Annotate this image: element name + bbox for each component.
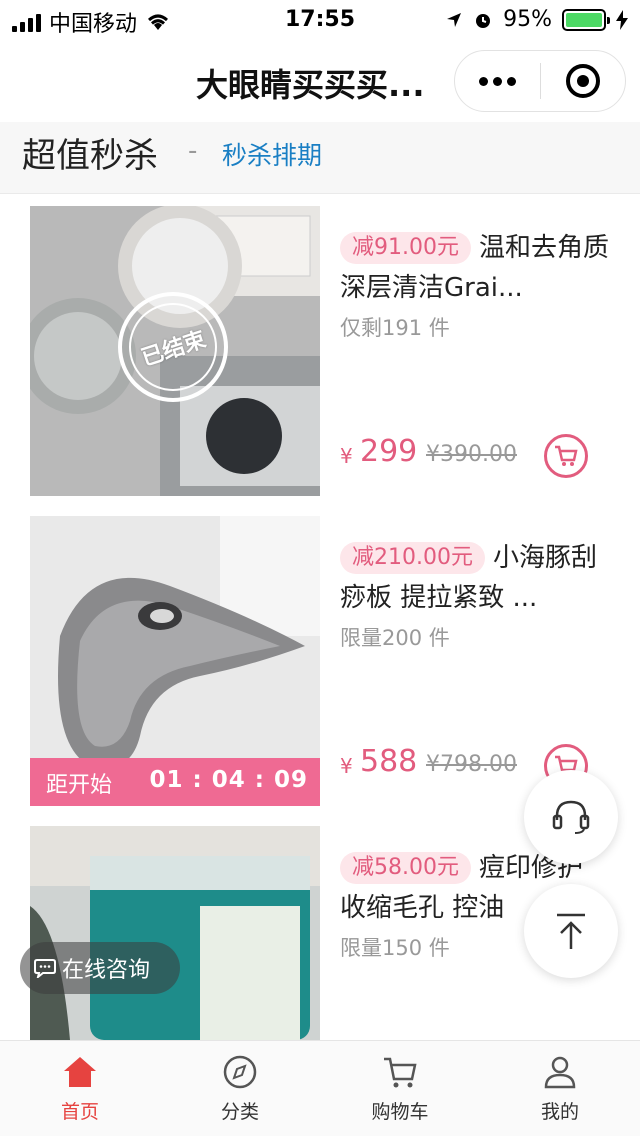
tab-label: 分类	[220, 1101, 259, 1123]
currency-symbol: ¥	[340, 444, 353, 468]
ended-stamp: 已结束	[118, 292, 228, 402]
discount-badge: 减58.00元	[340, 852, 471, 884]
online-consult-label: 在线咨询	[62, 958, 151, 983]
nav-bar: 大眼睛买买买...	[0, 42, 640, 122]
compass-icon	[223, 1055, 257, 1089]
discount-badge: 减91.00元	[340, 232, 471, 264]
home-icon	[64, 1057, 96, 1087]
alarm-icon	[476, 13, 491, 28]
discount-badge: 减210.00元	[340, 542, 485, 574]
customer-service-button[interactable]	[524, 770, 618, 864]
section-separator: -	[188, 136, 198, 166]
sale-price: 299	[360, 434, 418, 469]
section-header: 超值秒杀 - 秒杀排期	[0, 122, 640, 194]
sale-price: 588	[360, 744, 418, 779]
countdown-label: 距开始	[46, 773, 113, 798]
back-to-top-button[interactable]	[524, 884, 618, 978]
product-title: 减210.00元 小海豚刮痧板 提拉紧致 ...	[340, 538, 610, 618]
price-row: ¥ 299 ¥390.00	[340, 428, 610, 478]
status-right: 95%	[445, 7, 628, 32]
stock-label: 限量200 件	[340, 626, 450, 650]
product-title: 减91.00元 温和去角质深层清洁Grai...	[340, 228, 610, 308]
stock-label: 仅剩191 件	[340, 316, 450, 340]
battery-percent: 95%	[503, 7, 552, 32]
close-target-icon	[565, 64, 600, 98]
arrow-up-icon	[557, 913, 585, 949]
tab-profile[interactable]: 我的	[480, 1041, 640, 1136]
location-icon	[447, 12, 462, 27]
chat-bubble-icon	[34, 959, 56, 978]
tab-label: 我的	[540, 1101, 579, 1123]
user-icon	[544, 1056, 576, 1089]
product-card[interactable]: 已结束 减91.00元 温和去角质深层清洁Grai... 仅剩191 件 ¥ 29…	[0, 206, 640, 496]
ended-stamp-text: 已结束	[138, 327, 210, 372]
tab-home[interactable]: 首页	[0, 1041, 160, 1136]
online-consult-button[interactable]: 在线咨询	[20, 942, 180, 994]
tab-label: 购物车	[371, 1101, 429, 1123]
close-miniprogram-button[interactable]	[541, 64, 626, 98]
more-options-button[interactable]	[455, 76, 540, 86]
currency-symbol: ¥	[340, 754, 353, 778]
product-info: 减91.00元 温和去角质深层清洁Grai... 仅剩191 件 ¥ 299 ¥3…	[340, 228, 610, 496]
cart-icon	[384, 1057, 417, 1088]
product-image[interactable]: 距开始 01 : 04 : 09	[30, 516, 320, 806]
schedule-link[interactable]: 秒杀排期	[222, 136, 322, 172]
product-card[interactable]: 距开始 01 : 04 : 09 减210.00元 小海豚刮痧板 提拉紧致 ...…	[0, 516, 640, 806]
cart-icon	[555, 445, 578, 466]
battery-icon	[562, 8, 610, 31]
countdown-time: 01 : 04 : 09	[149, 767, 308, 793]
section-title: 超值秒杀	[22, 136, 158, 176]
page-title: 大眼睛买买买...	[196, 66, 425, 104]
original-price: ¥798.00	[426, 752, 517, 777]
tab-category[interactable]: 分类	[160, 1041, 320, 1136]
tab-label: 首页	[60, 1101, 99, 1123]
product-image[interactable]: 已结束	[30, 206, 320, 496]
original-price: ¥390.00	[426, 442, 517, 467]
product-info: 减210.00元 小海豚刮痧板 提拉紧致 ... 限量200 件 ¥ 588 ¥7…	[340, 538, 610, 806]
product-image[interactable]	[30, 826, 320, 1040]
miniprogram-capsule	[454, 50, 626, 112]
product-image-art	[30, 826, 320, 1040]
tab-cart[interactable]: 购物车	[320, 1041, 480, 1136]
tab-bar: 首页 分类 购物车 我的	[0, 1040, 640, 1136]
headset-icon	[552, 800, 590, 834]
add-to-cart-button[interactable]	[544, 434, 588, 478]
status-bar: 中国移动 17:55 95%	[0, 0, 640, 42]
charging-icon	[616, 9, 628, 30]
countdown-bar: 距开始 01 : 04 : 09	[30, 758, 320, 806]
